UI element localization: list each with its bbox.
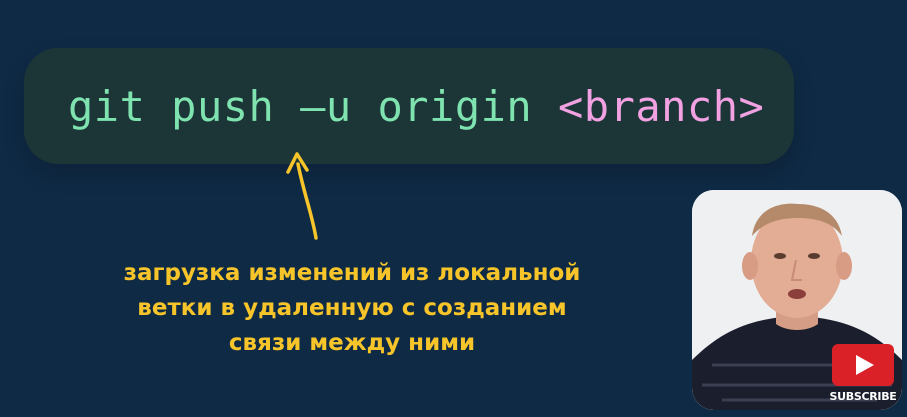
annotation-text: загрузка изменений из локальной ветки в … bbox=[112, 256, 592, 361]
annotation-line-1: загрузка изменений из локальной bbox=[123, 260, 581, 286]
arrow-up-icon bbox=[286, 152, 318, 240]
command-verb: push bbox=[171, 82, 275, 131]
subscribe-label: SUBSCRIBE bbox=[829, 390, 897, 403]
command-keyword: git bbox=[68, 82, 146, 131]
subscribe-button[interactable]: SUBSCRIBE bbox=[828, 344, 897, 410]
code-block: git push –u origin <branch> bbox=[24, 48, 794, 164]
command-argument: <branch> bbox=[558, 82, 765, 131]
annotation-line-2: ветки в удаленную с созданием bbox=[137, 295, 567, 321]
play-icon bbox=[832, 344, 894, 386]
git-command: git push –u origin <branch> bbox=[68, 82, 764, 132]
annotation-line-3: связи между ними bbox=[228, 330, 476, 356]
command-flag: –u bbox=[300, 82, 352, 131]
command-remote: origin bbox=[377, 82, 533, 131]
